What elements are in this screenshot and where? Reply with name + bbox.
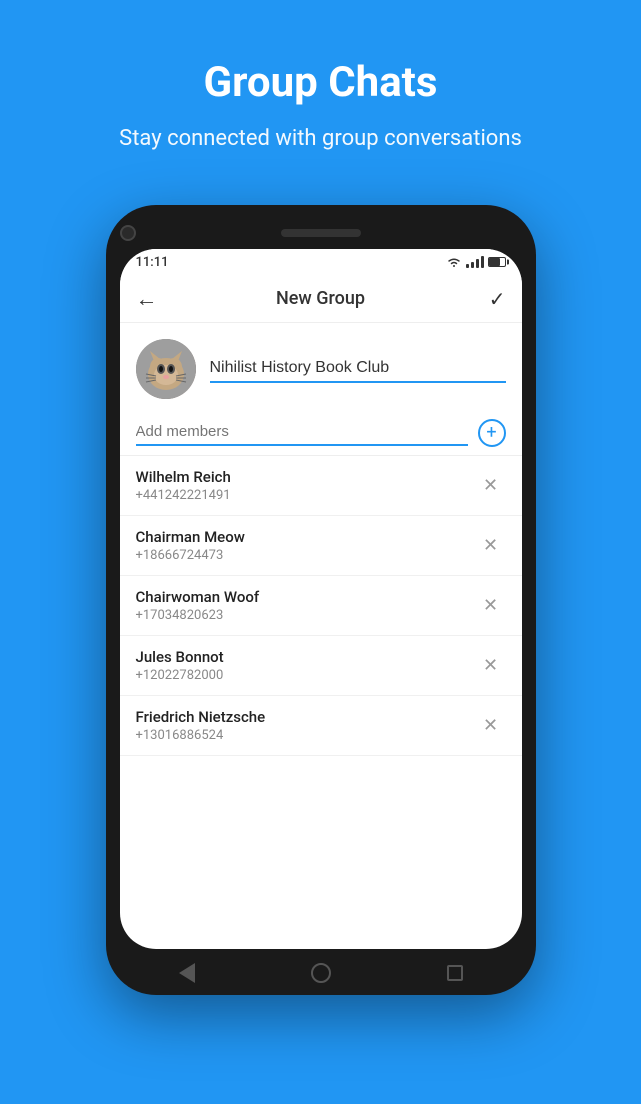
recents-nav-button[interactable] — [443, 961, 467, 985]
hero-subtitle: Stay connected with group conversations — [40, 124, 601, 155]
remove-member-button[interactable]: ✕ — [476, 470, 506, 500]
back-triangle-icon — [179, 963, 195, 983]
group-avatar-image — [136, 339, 196, 399]
member-phone: +441242221491 — [136, 488, 476, 503]
member-phone: +12022782000 — [136, 668, 476, 683]
list-item: Jules Bonnot +12022782000 ✕ — [120, 636, 522, 696]
group-name-input[interactable] — [210, 355, 506, 381]
member-info: Jules Bonnot +12022782000 — [136, 648, 476, 683]
wifi-icon — [446, 256, 462, 268]
toolbar-title: New Group — [166, 288, 476, 309]
home-nav-button[interactable] — [309, 961, 333, 985]
member-name: Wilhelm Reich — [136, 468, 476, 486]
member-phone: +17034820623 — [136, 608, 476, 623]
phone-mockup: 11:11 — [106, 205, 536, 995]
spacer — [506, 225, 522, 241]
list-item: Wilhelm Reich +441242221491 ✕ — [120, 456, 522, 516]
member-info: Friedrich Nietzsche +13016886524 — [136, 708, 476, 743]
add-members-section: + — [120, 411, 522, 456]
remove-member-button[interactable]: ✕ — [476, 530, 506, 560]
member-name: Friedrich Nietzsche — [136, 708, 476, 726]
hero-title: Group Chats — [40, 60, 601, 106]
add-members-button[interactable]: + — [478, 419, 506, 447]
member-info: Wilhelm Reich +441242221491 — [136, 468, 476, 503]
member-phone: +13016886524 — [136, 728, 476, 743]
phone-outer: 11:11 — [106, 205, 536, 995]
phone-speaker — [281, 229, 361, 237]
group-name-field[interactable] — [210, 355, 506, 383]
battery-icon — [488, 257, 506, 267]
member-name: Chairwoman Woof — [136, 588, 476, 606]
status-bar: 11:11 — [120, 249, 522, 276]
members-list: Wilhelm Reich +441242221491 ✕ Chairman M… — [120, 456, 522, 949]
list-item: Friedrich Nietzsche +13016886524 ✕ — [120, 696, 522, 756]
status-time: 11:11 — [136, 255, 169, 270]
group-avatar[interactable] — [136, 339, 196, 399]
list-item: Chairman Meow +18666724473 ✕ — [120, 516, 522, 576]
signal-icon — [466, 256, 484, 268]
status-icons — [446, 256, 506, 268]
phone-bottom-nav — [120, 949, 522, 993]
app-toolbar: ← New Group ✓ — [120, 276, 522, 323]
avatar-svg — [136, 339, 196, 399]
remove-member-button[interactable]: ✕ — [476, 710, 506, 740]
member-name: Jules Bonnot — [136, 648, 476, 666]
back-nav-button[interactable] — [175, 961, 199, 985]
group-name-section — [120, 323, 522, 411]
confirm-button[interactable]: ✓ — [476, 287, 506, 311]
member-info: Chairwoman Woof +17034820623 — [136, 588, 476, 623]
member-phone: +18666724473 — [136, 548, 476, 563]
add-members-input[interactable] — [136, 419, 468, 446]
member-info: Chairman Meow +18666724473 — [136, 528, 476, 563]
hero-section: Group Chats Stay connected with group co… — [0, 0, 641, 185]
phone-camera — [120, 225, 136, 241]
remove-member-button[interactable]: ✕ — [476, 650, 506, 680]
remove-member-button[interactable]: ✕ — [476, 590, 506, 620]
back-button[interactable]: ← — [136, 286, 166, 312]
home-circle-icon — [311, 963, 331, 983]
phone-screen: 11:11 — [120, 249, 522, 949]
phone-top-notch — [120, 225, 522, 241]
member-name: Chairman Meow — [136, 528, 476, 546]
recents-square-icon — [447, 965, 463, 981]
list-item: Chairwoman Woof +17034820623 ✕ — [120, 576, 522, 636]
